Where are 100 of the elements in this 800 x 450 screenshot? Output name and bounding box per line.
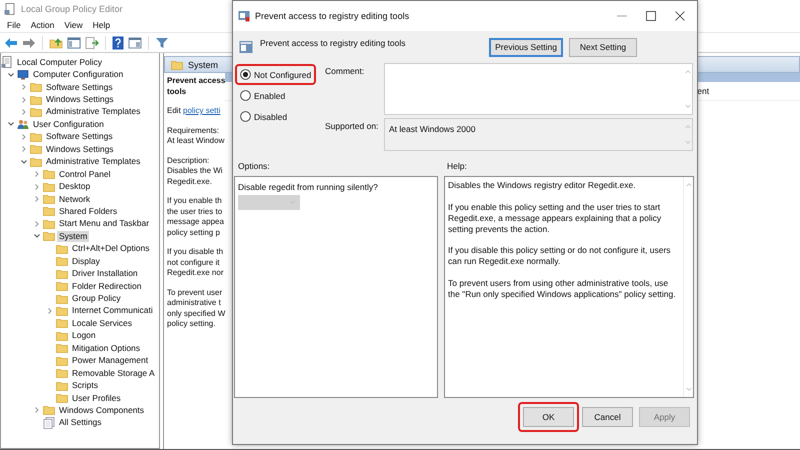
collapse-chevron-icon[interactable] — [33, 232, 41, 240]
tree-item[interactable]: Windows Settings — [44, 144, 116, 155]
tree-item[interactable]: User Profiles — [70, 392, 123, 404]
properties-window-icon[interactable] — [128, 36, 142, 48]
radio-circle-icon — [240, 111, 251, 122]
folder-up-icon[interactable] — [49, 36, 63, 48]
scroll-down-icon[interactable] — [684, 104, 690, 109]
users-icon — [17, 119, 29, 130]
expand-chevron-icon[interactable] — [20, 132, 28, 141]
collapse-chevron-icon[interactable] — [20, 158, 28, 166]
collapse-chevron-icon[interactable] — [7, 70, 15, 79]
help-icon[interactable] — [112, 36, 124, 50]
dialog-button[interactable]: Cancel — [582, 406, 633, 426]
menu-item[interactable]: View — [64, 20, 83, 30]
folder-icon — [30, 94, 42, 105]
description-text: the user tries to — [167, 206, 224, 217]
radio-button[interactable]: Enabled — [240, 90, 286, 101]
tree-item[interactable]: Shared Folders — [57, 206, 120, 217]
tree-item[interactable]: Removable Storage A — [70, 368, 157, 379]
tree-item[interactable]: Local Computer Policy — [15, 56, 104, 68]
tree-item[interactable]: System — [57, 230, 90, 242]
scroll-up-icon[interactable] — [684, 124, 690, 129]
filter-icon[interactable] — [155, 36, 169, 48]
tree-item[interactable]: Start Menu and Taskbar — [57, 218, 152, 230]
radio-circle-icon — [240, 69, 251, 80]
settings-pages-icon — [43, 416, 55, 429]
maximize-icon[interactable] — [646, 11, 656, 21]
tree-item[interactable]: Mitigation Options — [70, 342, 142, 354]
description-text: If you enable th — [167, 196, 223, 206]
description-text: Requirements: — [167, 126, 220, 136]
tree-item[interactable]: Folder Redirection — [70, 280, 144, 292]
scroll-up-icon[interactable] — [686, 182, 692, 187]
tree-item[interactable]: Driver Installation — [70, 268, 140, 280]
expand-chevron-icon[interactable] — [20, 108, 28, 116]
scroll-down-icon[interactable] — [686, 387, 692, 392]
policy-editor-icon — [4, 3, 16, 15]
tree-item[interactable]: Group Policy — [70, 293, 123, 304]
help-text: To prevent users from using other administrative tools, use the "Run only specified Windows applications" policy setting. — [448, 278, 677, 300]
folder-icon — [43, 405, 55, 416]
tree-item[interactable]: All Settings — [57, 417, 104, 428]
comment-label: Comment: — [324, 65, 366, 78]
tree-item[interactable]: Windows Components — [57, 404, 146, 416]
tree-item[interactable]: Software Settings — [44, 82, 115, 93]
tree-item[interactable]: Scripts — [70, 380, 100, 392]
menu-item[interactable]: Action — [30, 20, 54, 30]
policy-setting-icon — [239, 40, 253, 54]
folder-icon — [56, 343, 68, 354]
tree-item[interactable]: Logon — [70, 330, 98, 342]
nav-setting-button[interactable]: Previous Setting — [489, 38, 563, 56]
dialog-button[interactable]: OK — [523, 407, 574, 427]
close-icon[interactable] — [675, 11, 685, 21]
folder-icon — [43, 206, 55, 216]
tree-item[interactable]: Computer Configuration — [31, 69, 126, 80]
folder-icon — [43, 194, 55, 204]
folder-icon — [43, 182, 55, 192]
help-text: If you enable this policy setting and the user tries to start Regedit.exe, a message appears explaining that a policy setting prevents the action. — [448, 202, 662, 234]
expand-chevron-icon[interactable] — [20, 145, 28, 154]
tree-item[interactable]: User Configuration — [31, 118, 106, 130]
expand-chevron-icon[interactable] — [20, 83, 28, 92]
forward-arrow-icon[interactable] — [22, 36, 36, 48]
folder-icon — [30, 82, 42, 92]
tree-item[interactable]: Desktop — [57, 181, 92, 192]
tree-item[interactable]: Windows Settings — [44, 94, 116, 106]
policy-settings-link[interactable]: policy setti — [183, 106, 220, 115]
description-text: only specified W — [167, 308, 226, 319]
tree-item[interactable]: Administrative Templates — [44, 106, 142, 118]
folder-icon — [56, 318, 68, 328]
collapse-chevron-icon[interactable] — [7, 120, 15, 128]
expand-chevron-icon[interactable] — [33, 406, 41, 414]
folder-icon — [56, 393, 68, 404]
radio-button[interactable]: Not Configured — [240, 69, 312, 80]
supported-on-label: Supported on: — [324, 120, 380, 133]
tree-item[interactable]: Power Management — [70, 355, 150, 366]
show-tree-icon[interactable] — [67, 36, 81, 48]
help-label: Help: — [447, 160, 467, 170]
tree-item[interactable]: Locale Services — [70, 318, 134, 329]
nav-setting-button[interactable]: Next Setting — [569, 38, 637, 56]
edit-label: Edit — [167, 106, 181, 115]
expand-chevron-icon[interactable] — [33, 220, 41, 228]
tree-item[interactable]: Internet Communicati — [70, 305, 155, 316]
tree-item[interactable]: Ctrl+Alt+Del Options — [70, 243, 152, 254]
scroll-up-icon[interactable] — [684, 69, 690, 74]
expand-chevron-icon[interactable] — [20, 96, 28, 104]
expand-chevron-icon[interactable] — [46, 306, 54, 315]
description-text: Regedit.exe. — [167, 176, 213, 187]
menu-item[interactable]: Help — [92, 20, 110, 30]
expand-chevron-icon[interactable] — [33, 195, 41, 204]
expand-chevron-icon[interactable] — [33, 182, 41, 191]
tree-item[interactable]: Administrative Templates — [44, 156, 142, 168]
tree-item[interactable]: Control Panel — [57, 168, 113, 180]
export-list-icon[interactable] — [85, 36, 99, 48]
radio-button[interactable]: Disabled — [240, 111, 288, 122]
expand-chevron-icon[interactable] — [33, 170, 41, 178]
scroll-down-icon[interactable] — [684, 140, 690, 145]
back-arrow-icon[interactable] — [4, 36, 18, 48]
tree-item[interactable]: Network — [57, 194, 92, 205]
tree-item[interactable]: Display — [70, 256, 102, 267]
menu-item[interactable]: File — [7, 20, 21, 30]
comment-field[interactable] — [384, 63, 693, 115]
tree-item[interactable]: Software Settings — [44, 131, 115, 142]
